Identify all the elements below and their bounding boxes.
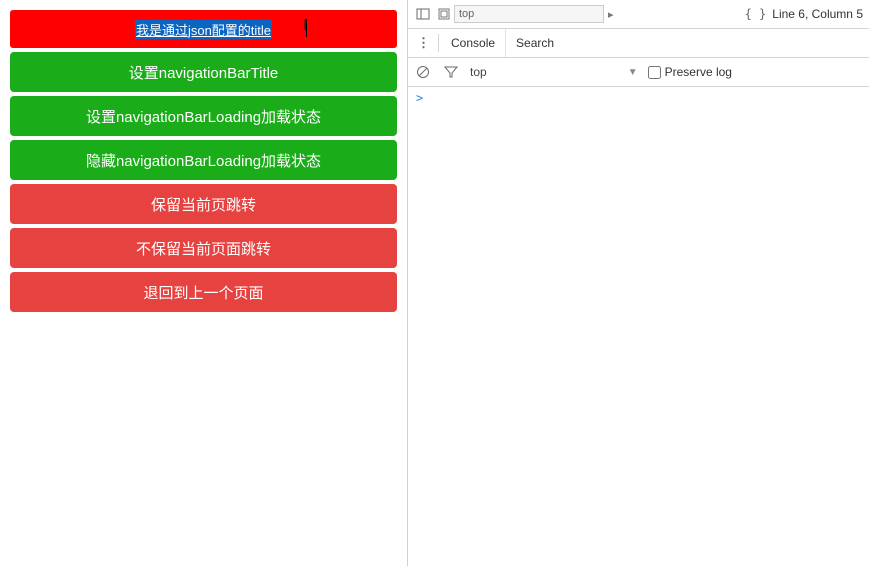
sidebar-toggle-icon[interactable] bbox=[414, 5, 432, 23]
frame-input[interactable] bbox=[454, 5, 604, 23]
preserve-log-checkbox[interactable] bbox=[648, 66, 661, 79]
btn-hide-loading[interactable]: 隐藏navigationBarLoading加载状态 bbox=[10, 140, 397, 180]
btn-navigate-back[interactable]: 退回到上一个页面 bbox=[10, 272, 397, 312]
line-col: Line 6, Column 5 bbox=[772, 7, 863, 21]
preserve-log-label: Preserve log bbox=[665, 65, 732, 79]
console-filter-bar: top ▼ Preserve log bbox=[408, 58, 869, 87]
context-selector[interactable]: top bbox=[470, 65, 487, 79]
phone-canvas: 我是通过json配置的title I 设置navigationBarTitle … bbox=[0, 0, 407, 312]
btn-label: 设置navigationBarTitle bbox=[129, 62, 279, 83]
navigation-bar[interactable]: 我是通过json配置的title I bbox=[10, 10, 397, 48]
filter-icon[interactable] bbox=[442, 63, 460, 81]
simulator-pane: 我是通过json配置的title I 设置navigationBarTitle … bbox=[0, 0, 408, 566]
drawer-tabs: ⋮ Console Search bbox=[408, 29, 869, 58]
clear-console-icon[interactable] bbox=[414, 63, 432, 81]
braces-icon[interactable]: { } bbox=[745, 7, 767, 21]
btn-redirect-to[interactable]: 不保留当前页面跳转 bbox=[10, 228, 397, 268]
tab-label: Console bbox=[451, 36, 495, 50]
btn-set-loading[interactable]: 设置navigationBarLoading加载状态 bbox=[10, 96, 397, 136]
context-label: top bbox=[470, 65, 487, 79]
tab-console[interactable]: Console bbox=[441, 29, 506, 57]
navigation-bar-title[interactable]: 我是通过json配置的title bbox=[135, 20, 272, 39]
tab-search[interactable]: Search bbox=[506, 29, 564, 57]
btn-navigate-to[interactable]: 保留当前页跳转 bbox=[10, 184, 397, 224]
tab-label: Search bbox=[516, 36, 554, 50]
btn-label: 隐藏navigationBarLoading加载状态 bbox=[86, 150, 321, 171]
text-caret: I bbox=[306, 19, 307, 39]
btn-label: 保留当前页跳转 bbox=[151, 194, 256, 215]
breadcrumb-arrow-icon: ▸ bbox=[608, 8, 614, 21]
btn-label: 不保留当前页面跳转 bbox=[136, 238, 271, 259]
console-prompt-icon: > bbox=[416, 91, 423, 105]
frame-icon bbox=[438, 8, 450, 20]
preserve-log-toggle[interactable]: Preserve log bbox=[648, 65, 732, 79]
context-dropdown-icon[interactable]: ▼ bbox=[628, 67, 638, 78]
btn-label: 退回到上一个页面 bbox=[143, 282, 263, 303]
devtools-toolbar: ▸ { } Line 6, Column 5 bbox=[408, 0, 869, 29]
tabs-more-icon[interactable]: ⋮ bbox=[412, 35, 436, 51]
cursor-status: { } Line 6, Column 5 bbox=[745, 7, 863, 21]
btn-label: 设置navigationBarLoading加载状态 bbox=[86, 106, 321, 127]
frame-selector[interactable]: ▸ bbox=[438, 5, 739, 23]
console-output[interactable]: > bbox=[408, 87, 869, 566]
separator bbox=[438, 34, 439, 52]
btn-set-title[interactable]: 设置navigationBarTitle bbox=[10, 52, 397, 92]
devtools-pane: ▸ { } Line 6, Column 5 ⋮ Console Search … bbox=[408, 0, 869, 566]
